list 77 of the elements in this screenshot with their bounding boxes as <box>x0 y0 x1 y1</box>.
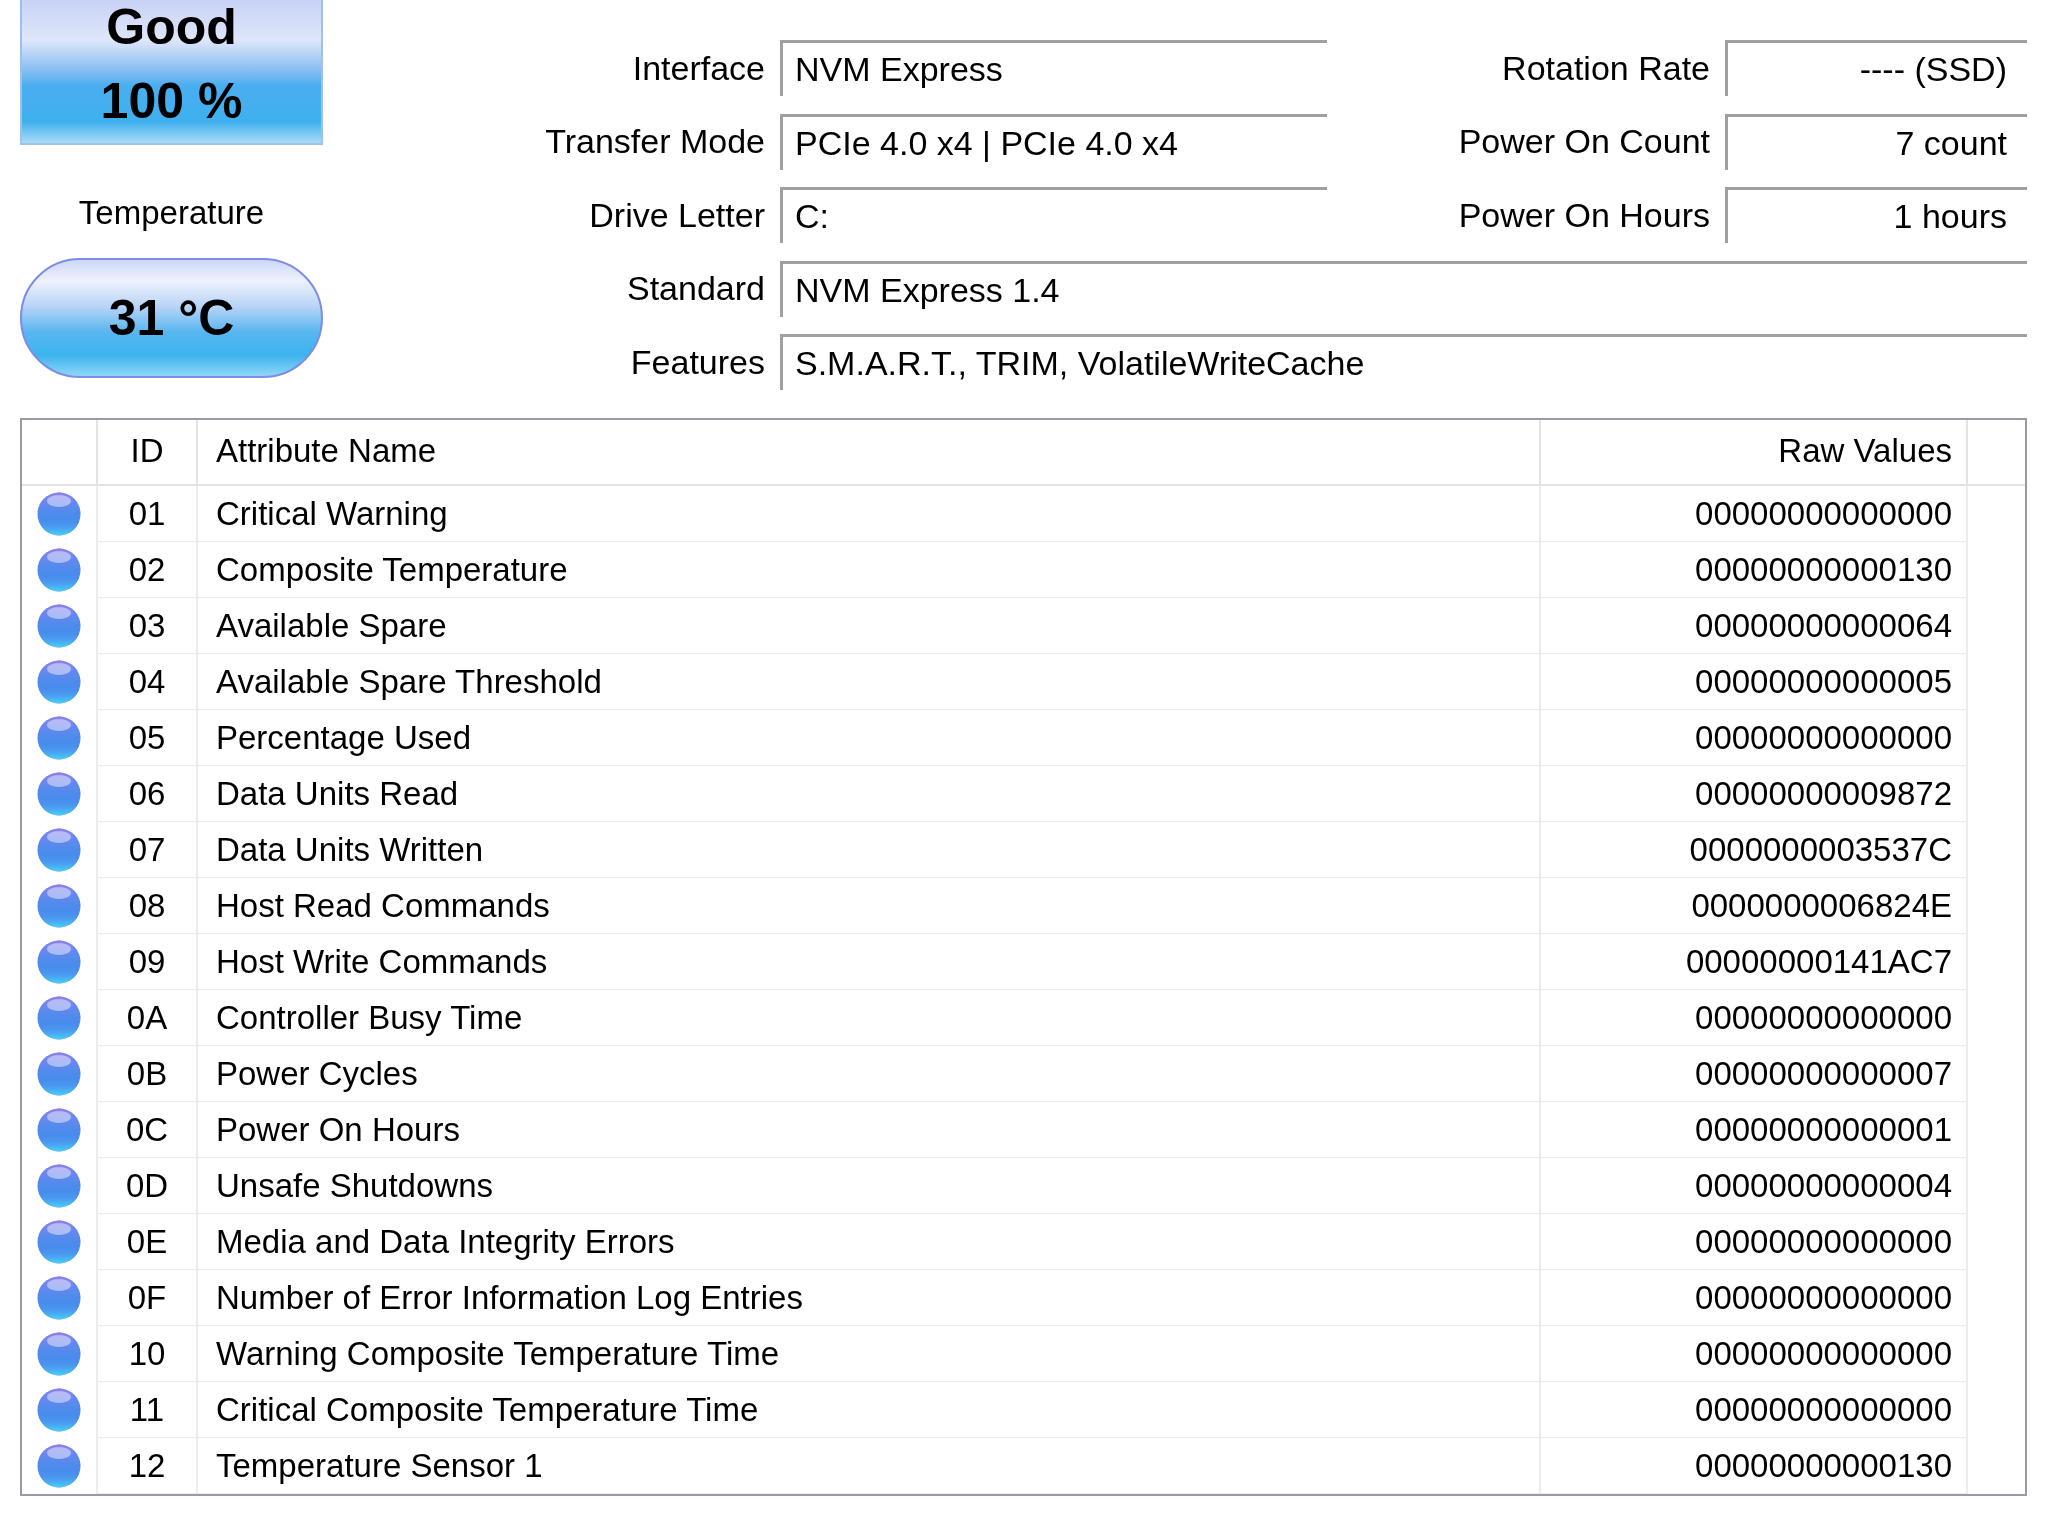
id-cell: 0D <box>98 1158 198 1214</box>
attribute-name-cell: Power Cycles <box>198 1046 1541 1102</box>
id-cell: 04 <box>98 654 198 710</box>
id-cell: 07 <box>98 822 198 878</box>
id-cell: 09 <box>98 934 198 990</box>
id-cell: 0F <box>98 1270 198 1326</box>
attribute-name-cell: Warning Composite Temperature Time <box>198 1326 1541 1382</box>
raw-value-cell: 0000000006824E <box>1541 878 1968 934</box>
info-field: NVM Express <box>780 40 1327 96</box>
attribute-name-cell: Unsafe Shutdowns <box>198 1158 1541 1214</box>
column-header[interactable]: ID <box>98 420 198 484</box>
info-field: S.M.A.R.T., TRIM, VolatileWriteCache <box>780 334 2027 390</box>
attribute-name-cell: Percentage Used <box>198 710 1541 766</box>
field-label: Rotation Rate <box>1501 47 1710 89</box>
id-cell: 11 <box>98 1382 198 1438</box>
column-header[interactable]: Raw Values <box>1541 420 1968 484</box>
raw-value-cell: 00000000141AC7 <box>1541 934 1968 990</box>
attribute-name-cell: Media and Data Integrity Errors <box>198 1214 1541 1270</box>
field-label: Interface <box>631 47 765 89</box>
raw-value-cell: 00000000000000 <box>1541 1214 1968 1270</box>
id-cell: 0C <box>98 1102 198 1158</box>
raw-value-cell: 00000000000000 <box>1541 990 1968 1046</box>
raw-value-cell: 00000000000000 <box>1541 1382 1968 1438</box>
raw-value-cell: 00000000000064 <box>1541 598 1968 654</box>
info-field: 1 hours <box>1725 187 2027 243</box>
id-cell: 03 <box>98 598 198 654</box>
id-cell: 05 <box>98 710 198 766</box>
temperature-label: Temperature <box>77 193 266 233</box>
attribute-name-cell: Data Units Read <box>198 766 1541 822</box>
raw-value-cell: 00000000000000 <box>1541 1270 1968 1326</box>
raw-value-cell: 00000000000005 <box>1541 654 1968 710</box>
attribute-name-cell: Controller Busy Time <box>198 990 1541 1046</box>
attribute-name-cell: Host Write Commands <box>198 934 1541 990</box>
info-field: NVM Express 1.4 <box>780 260 2027 317</box>
health-status-text: Good <box>106 2 237 52</box>
attribute-name-cell: Data Units Written <box>198 822 1541 878</box>
raw-value-cell: 00000000000004 <box>1541 1158 1968 1214</box>
info-field: ---- (SSD) <box>1725 40 2027 96</box>
attribute-name-cell: Number of Error Information Log Entries <box>198 1270 1541 1326</box>
attribute-name-cell: Temperature Sensor 1 <box>198 1438 1541 1494</box>
raw-value-cell: 00000000000001 <box>1541 1102 1968 1158</box>
raw-value-cell: 00000000000000 <box>1541 710 1968 766</box>
attribute-name-cell: Available Spare Threshold <box>198 654 1541 710</box>
field-label: Power On Count <box>1457 121 1710 162</box>
id-cell: 0A <box>98 990 198 1046</box>
attribute-name-cell: Critical Composite Temperature Time <box>198 1382 1541 1438</box>
raw-value-cell: 00000000000000 <box>1541 486 1968 542</box>
id-cell: 12 <box>98 1438 198 1494</box>
raw-value-cell: 00000000000007 <box>1541 1046 1968 1102</box>
id-cell: 0E <box>98 1214 198 1270</box>
temperature-display: 31 °C <box>20 258 323 378</box>
raw-value-cell: 00000000009872 <box>1541 766 1968 822</box>
id-cell: 01 <box>98 486 198 542</box>
raw-value-cell: 00000000000000 <box>1541 1326 1968 1382</box>
field-label: Transfer Mode <box>544 121 765 162</box>
info-field: PCIe 4.0 x4 | PCIe 4.0 x4 <box>780 113 1327 170</box>
field-label: Features <box>629 341 765 383</box>
field-label: Power On Hours <box>1457 194 1710 236</box>
id-cell: 02 <box>98 542 198 598</box>
raw-value-cell: 00000000000130 <box>1541 542 1968 598</box>
info-field: 7 count <box>1725 113 2027 170</box>
attribute-name-cell: Available Spare <box>198 598 1541 654</box>
id-cell: 0B <box>98 1046 198 1102</box>
raw-value-cell: 0000000003537C <box>1541 822 1968 878</box>
health-percentage-text: 100 % <box>100 76 243 126</box>
attribute-name-cell: Host Read Commands <box>198 878 1541 934</box>
raw-value-cell: 00000000000130 <box>1541 1438 1968 1494</box>
id-cell: 08 <box>98 878 198 934</box>
info-field: C: <box>780 187 1327 243</box>
attribute-name-cell: Power On Hours <box>198 1102 1541 1158</box>
attribute-name-cell: Composite Temperature <box>198 542 1541 598</box>
field-label: Standard <box>626 268 765 309</box>
id-cell: 06 <box>98 766 198 822</box>
field-label: Drive Letter <box>588 194 765 236</box>
id-cell: 10 <box>98 1326 198 1382</box>
attribute-name-cell: Critical Warning <box>198 486 1541 542</box>
column-header[interactable]: Attribute Name <box>198 420 1541 484</box>
